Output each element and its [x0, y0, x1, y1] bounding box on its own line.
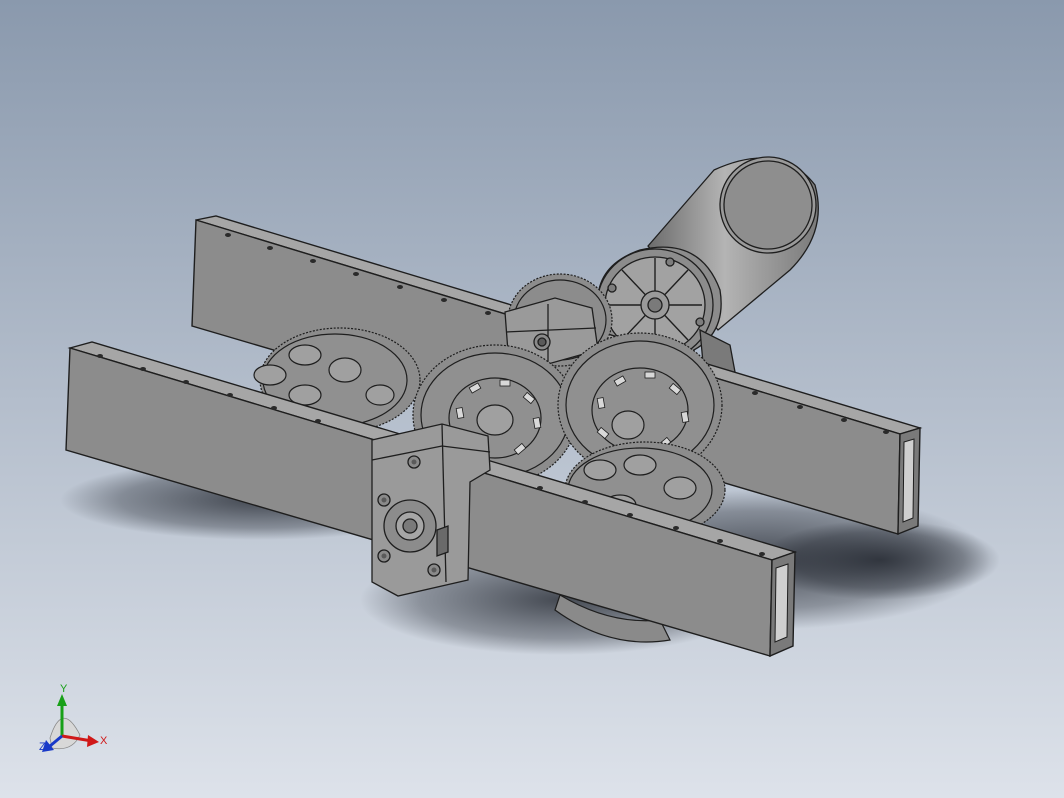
triad-z-label: Z [39, 741, 46, 753]
graphics-viewport[interactable]: Y X Z [0, 0, 1064, 798]
triad-y-label: Y [60, 683, 68, 695]
model-view[interactable] [0, 0, 1064, 798]
triad-labels: Y X Z [36, 680, 116, 760]
triad-x-label: X [100, 735, 108, 747]
